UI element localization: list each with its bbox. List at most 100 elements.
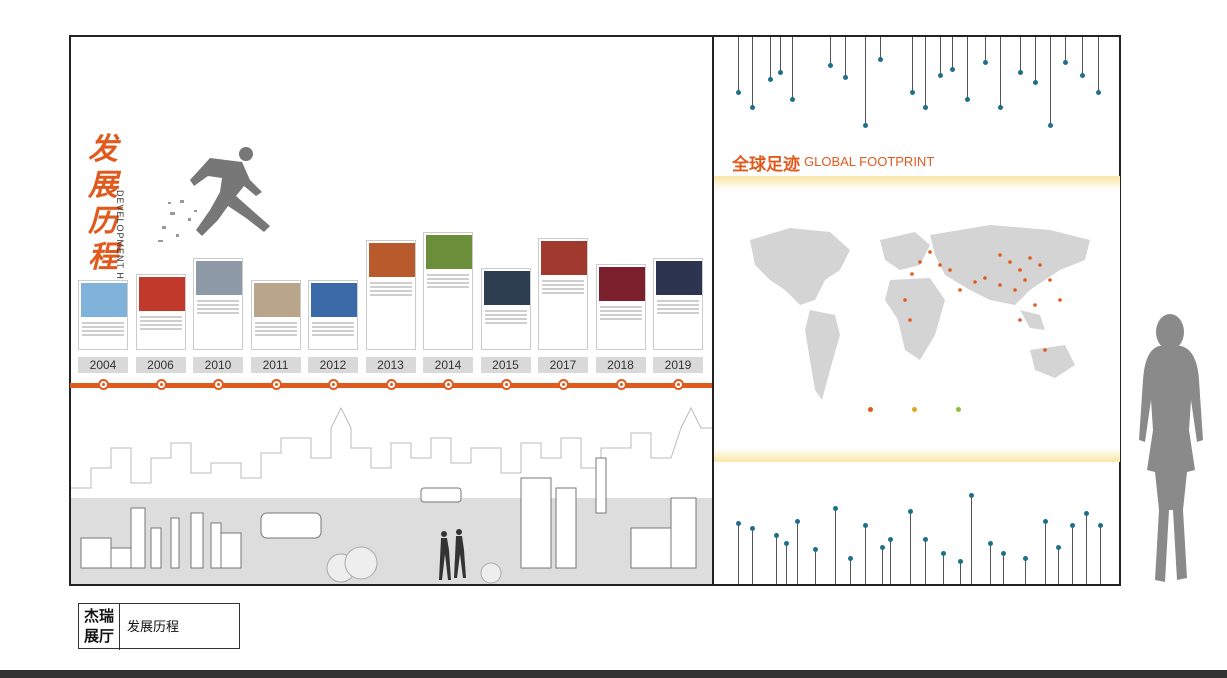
hanging-line [750,37,755,110]
timeline-photo [196,261,242,295]
hanging-line [938,37,943,78]
map-marker [983,276,987,280]
legend-item [956,406,963,412]
timeline-year: 2013 [365,357,416,373]
world-map [750,225,1090,400]
standing-line [1023,556,1028,584]
standing-line [795,519,800,584]
timeline-photo [483,271,530,305]
map-marker [1018,268,1022,272]
timeline-years: 2004 2006 2010 2011 2012 2013 2014 2015 2017 2018… [78,357,708,373]
hanging-line [1048,37,1053,128]
map-marker [938,263,942,267]
map-marker [973,280,977,284]
standing-line [941,551,946,584]
hanging-line [923,37,928,110]
standing-line [813,547,818,584]
hanging-line [983,37,988,65]
timeline-card [595,264,646,350]
map-marker [948,268,952,272]
timeline-photo [311,283,357,317]
timeline-cards [78,230,708,350]
map-marker [1013,288,1017,292]
hanging-line [878,37,883,62]
timeline-photo [81,283,127,317]
timeline-card [250,280,301,350]
hanging-line [1033,37,1038,85]
map-marker [903,298,907,302]
caption-hall: 杰瑞 展厅 [79,604,120,650]
standing-line [848,556,853,584]
hanging-line [910,37,915,95]
timeline-photo [426,235,472,269]
global-footprint-title-en: GLOBAL FOOTPRINT [804,154,935,169]
timeline-card [480,268,531,350]
hanging-line [998,37,1003,110]
caption-box: 杰瑞 展厅 发展历程 [78,603,240,650]
map-marker [910,272,914,276]
city-skyline-illustration [71,406,712,584]
woman-silhouette [1139,314,1203,582]
timeline-photo [253,283,300,317]
hanging-line [768,37,773,82]
map-marker [908,318,912,322]
timeline-card [423,232,473,350]
map-marker [1033,303,1037,307]
standing-line [908,509,913,584]
timeline-year: 2011 [250,357,301,373]
timeline-photo [541,241,587,275]
map-marker [928,250,932,254]
timeline-year: 2019 [653,357,703,373]
hanging-line [1063,37,1068,65]
standing-line [958,559,963,584]
floor-line [0,670,1227,678]
standing-line [1098,523,1103,584]
standing-line [1084,511,1089,584]
map-marker [1028,256,1032,260]
legend-swatch [912,406,917,412]
standing-line [880,545,885,584]
caption-name: 发展历程 [127,620,180,635]
standing-line [1001,551,1006,584]
timeline-year: 2017 [538,357,588,373]
legend-item [912,406,919,412]
global-footprint-title-cn: 全球足迹 [732,155,800,175]
map-marker [1058,298,1062,302]
standing-line [923,537,928,584]
hanging-line [790,37,795,102]
timeline-card [78,280,128,350]
map-marker [1048,278,1052,282]
timeline-photo [656,261,702,295]
hanging-line [950,37,955,72]
timeline-year: 2014 [423,357,473,373]
hanging-line [1018,37,1023,75]
hanging-line [965,37,970,102]
map-marker [1043,348,1047,352]
standing-line [1043,519,1048,584]
map-marker [1038,263,1042,267]
timeline-card [135,274,186,350]
timeline-year: 2018 [595,357,646,373]
timeline-card [538,238,588,350]
hanging-line [736,37,741,95]
standing-line [1056,545,1061,584]
timeline-year: 2015 [480,357,531,373]
map-marker [998,283,1002,287]
standing-line [750,526,755,584]
hanging-line [778,37,783,75]
timeline-year: 2012 [308,357,358,373]
standing-line [1070,523,1075,584]
timeline-card [653,258,703,350]
map-legend [868,406,998,428]
hanging-line [828,37,833,68]
standing-line [988,541,993,584]
hanging-line [843,37,848,80]
timeline-year: 2010 [193,357,243,373]
standing-line [888,537,893,584]
map-marker [1008,260,1012,264]
standing-line [736,521,741,584]
timeline-photo [368,243,415,277]
standing-line [969,493,974,584]
standing-line [774,533,779,584]
map-marker [1018,318,1022,322]
